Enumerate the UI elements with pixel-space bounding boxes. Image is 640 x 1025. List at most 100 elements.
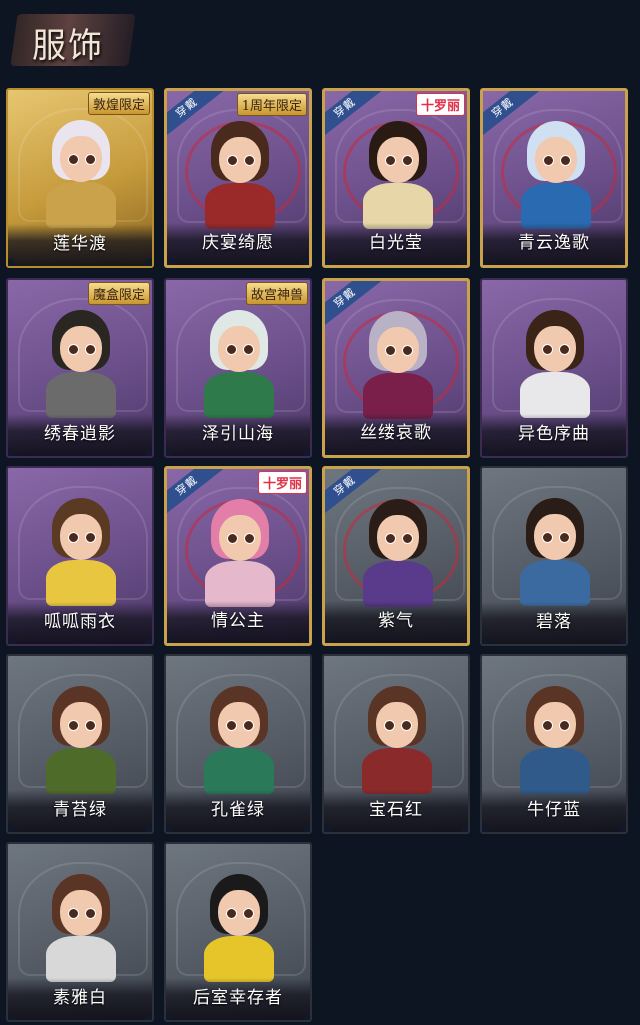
portrait-eye [402, 533, 413, 544]
costume-name: 白光莹 [369, 233, 423, 253]
portrait-eye [85, 344, 96, 355]
costume-name: 青苔绿 [53, 800, 107, 820]
page-title: 服饰 [32, 26, 104, 66]
character-portrait [204, 310, 274, 418]
portrait-eye [543, 155, 554, 166]
portrait-eye [243, 908, 254, 919]
portrait-eye [559, 344, 570, 355]
costume-card[interactable]: 素雅白 [6, 842, 154, 1022]
portrait-eye [226, 908, 237, 919]
limited-badge: 故宫神兽 [245, 282, 308, 305]
costume-name: 青云逸歌 [518, 233, 590, 253]
portrait-eye [244, 533, 255, 544]
limited-badge: 敦煌限定 [87, 92, 150, 115]
character-portrait [520, 686, 590, 794]
portrait-eye [559, 720, 570, 731]
portrait-outfit [46, 936, 116, 982]
limited-badge: 魔盒限定 [87, 282, 150, 305]
character-portrait [205, 121, 275, 229]
costume-card[interactable]: 呱呱雨衣 [6, 466, 154, 646]
portrait-eye [385, 155, 396, 166]
costume-card[interactable]: 穿戴 青云逸歌 [480, 88, 628, 268]
costume-card[interactable]: 宝石红 [322, 654, 470, 834]
costume-card[interactable]: 穿戴 丝缕哀歌 [322, 278, 470, 458]
costume-grid: 敦煌限定 莲华渡 穿戴 1周年限定 庆宴绮愿 穿戴 十罗丽 白光莹 穿戴 青云逸歌 魔盒限定 绣春逍影… [6, 88, 636, 1022]
portrait-eye [68, 344, 79, 355]
portrait-eye [243, 720, 254, 731]
costume-card[interactable]: 碧落 [480, 466, 628, 646]
portrait-eye [85, 532, 96, 543]
portrait-outfit [204, 936, 274, 982]
portrait-eye [384, 720, 395, 731]
costume-card[interactable]: 青苔绿 [6, 654, 154, 834]
limited-badge: 十罗丽 [257, 471, 307, 494]
portrait-outfit [46, 748, 116, 794]
portrait-eye [85, 154, 96, 165]
costume-name: 素雅白 [53, 988, 107, 1008]
costume-card[interactable]: 穿戴 1周年限定 庆宴绮愿 [164, 88, 312, 268]
character-portrait [521, 121, 591, 229]
costume-name: 庆宴绮愿 [202, 233, 274, 253]
portrait-eye [560, 155, 571, 166]
costume-card[interactable]: 孔雀绿 [164, 654, 312, 834]
character-portrait [46, 310, 116, 418]
portrait-outfit [46, 372, 116, 418]
character-portrait [520, 310, 590, 418]
costume-card[interactable]: 后室幸存者 [164, 842, 312, 1022]
costume-card[interactable]: 敦煌限定莲华渡 [6, 88, 154, 268]
portrait-eye [227, 155, 238, 166]
portrait-outfit [46, 560, 116, 606]
character-portrait [204, 874, 274, 982]
costume-name: 绣春逍影 [44, 424, 116, 444]
portrait-eye [402, 155, 413, 166]
costume-card[interactable]: 穿戴 十罗丽 情公主 [164, 466, 312, 646]
portrait-eye [402, 345, 413, 356]
costume-card[interactable]: 穿戴 十罗丽 白光莹 [322, 88, 470, 268]
costume-name: 丝缕哀歌 [360, 423, 432, 443]
portrait-eye [68, 532, 79, 543]
costume-card[interactable]: 魔盒限定绣春逍影 [6, 278, 154, 458]
character-portrait [363, 499, 433, 607]
costume-name: 牛仔蓝 [527, 800, 581, 820]
portrait-outfit [204, 748, 274, 794]
costume-name: 宝石红 [369, 800, 423, 820]
portrait-eye [542, 532, 553, 543]
costume-card[interactable]: 牛仔蓝 [480, 654, 628, 834]
portrait-eye [542, 720, 553, 731]
character-portrait [362, 686, 432, 794]
portrait-eye [559, 532, 570, 543]
costume-name: 后室幸存者 [193, 988, 283, 1008]
portrait-outfit [520, 748, 590, 794]
character-portrait [204, 686, 274, 794]
costume-name: 莲华渡 [53, 234, 107, 254]
costume-name: 情公主 [211, 611, 265, 631]
character-portrait [46, 120, 116, 228]
portrait-eye [68, 720, 79, 731]
portrait-outfit [204, 372, 274, 418]
portrait-outfit [46, 182, 116, 228]
portrait-outfit [520, 372, 590, 418]
portrait-outfit [520, 560, 590, 606]
character-portrait [363, 121, 433, 229]
portrait-eye [227, 533, 238, 544]
portrait-eye [542, 344, 553, 355]
character-portrait [205, 499, 275, 607]
costume-name: 泽引山海 [202, 424, 274, 444]
portrait-outfit [362, 748, 432, 794]
costume-card[interactable]: 故宫神兽泽引山海 [164, 278, 312, 458]
portrait-eye [68, 154, 79, 165]
character-portrait [520, 498, 590, 606]
limited-badge: 十罗丽 [415, 93, 465, 116]
costume-card[interactable]: 异色序曲 [480, 278, 628, 458]
costume-card[interactable]: 穿戴 紫气 [322, 466, 470, 646]
costume-name: 孔雀绿 [211, 800, 265, 820]
costume-name: 碧落 [536, 612, 572, 632]
costume-name: 紫气 [378, 611, 414, 631]
character-portrait [46, 686, 116, 794]
portrait-eye [85, 908, 96, 919]
portrait-eye [68, 908, 79, 919]
costume-name: 呱呱雨衣 [44, 612, 116, 632]
portrait-eye [385, 345, 396, 356]
character-portrait [46, 874, 116, 982]
portrait-eye [243, 344, 254, 355]
